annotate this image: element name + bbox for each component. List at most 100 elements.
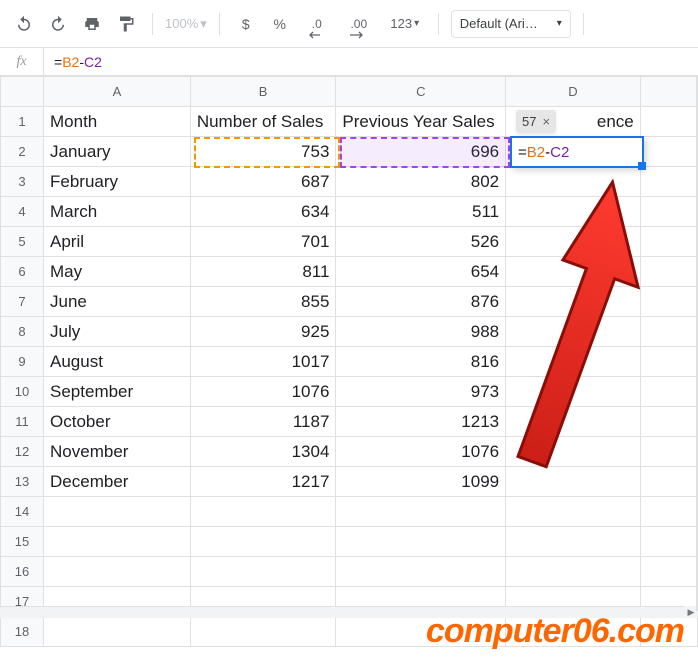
cell[interactable]	[506, 197, 641, 227]
cell[interactable]	[640, 557, 697, 587]
col-header-b[interactable]: B	[190, 77, 336, 107]
formula-input[interactable]: =B2-C2	[44, 54, 112, 70]
cell[interactable]	[506, 347, 641, 377]
cell[interactable]	[44, 497, 191, 527]
cell[interactable]: June	[44, 287, 191, 317]
cell[interactable]	[640, 197, 697, 227]
cell[interactable]	[506, 257, 641, 287]
undo-icon[interactable]	[10, 10, 38, 38]
cell[interactable]	[640, 437, 697, 467]
cell[interactable]: March	[44, 197, 191, 227]
cell[interactable]: 1304	[190, 437, 336, 467]
cell[interactable]: December	[44, 467, 191, 497]
cell[interactable]: 973	[336, 377, 506, 407]
close-icon[interactable]: ×	[542, 114, 550, 129]
cell[interactable]	[640, 317, 697, 347]
cell[interactable]	[640, 257, 697, 287]
redo-icon[interactable]	[44, 10, 72, 38]
row-header[interactable]: 4	[1, 197, 44, 227]
cell[interactable]: July	[44, 317, 191, 347]
cell[interactable]: 701	[190, 227, 336, 257]
cell[interactable]: 753	[190, 137, 336, 167]
cell[interactable]: 1213	[336, 407, 506, 437]
cell[interactable]	[640, 617, 697, 647]
cell[interactable]: Number of Sales	[190, 107, 336, 137]
row-header[interactable]: 5	[1, 227, 44, 257]
cell[interactable]	[190, 617, 336, 647]
row-header[interactable]: 10	[1, 377, 44, 407]
col-header-a[interactable]: A	[44, 77, 191, 107]
cell[interactable]: September	[44, 377, 191, 407]
row-header[interactable]: 8	[1, 317, 44, 347]
cell[interactable]: Month	[44, 107, 191, 137]
row-header[interactable]: 9	[1, 347, 44, 377]
cell[interactable]: 696	[336, 137, 506, 167]
cell[interactable]: 802	[336, 167, 506, 197]
cell[interactable]	[506, 407, 641, 437]
row-header[interactable]: 16	[1, 557, 44, 587]
zoom-select[interactable]: 100% ▾	[165, 16, 207, 32]
decrease-decimal-button[interactable]: .0	[300, 10, 334, 38]
cell[interactable]	[190, 527, 336, 557]
row-header[interactable]: 1	[1, 107, 44, 137]
cell[interactable]	[640, 407, 697, 437]
cell[interactable]	[640, 107, 697, 137]
col-header-e[interactable]	[640, 77, 697, 107]
cell[interactable]: October	[44, 407, 191, 437]
cell[interactable]	[640, 227, 697, 257]
print-icon[interactable]	[78, 10, 106, 38]
cell[interactable]	[640, 137, 697, 167]
cell[interactable]	[336, 557, 506, 587]
cell[interactable]	[190, 497, 336, 527]
cell[interactable]: 1187	[190, 407, 336, 437]
row-header[interactable]: 7	[1, 287, 44, 317]
cell-editor[interactable]: =B2-C2	[510, 136, 644, 168]
cell[interactable]	[640, 287, 697, 317]
cell[interactable]: April	[44, 227, 191, 257]
cell[interactable]: 1217	[190, 467, 336, 497]
cell[interactable]: 1017	[190, 347, 336, 377]
cell[interactable]: Previous Year Sales	[336, 107, 506, 137]
cell[interactable]: November	[44, 437, 191, 467]
cell[interactable]: 816	[336, 347, 506, 377]
fill-handle[interactable]	[638, 162, 646, 170]
cell[interactable]	[640, 527, 697, 557]
row-header[interactable]: 18	[1, 617, 44, 647]
format-percent-button[interactable]: %	[266, 10, 294, 38]
cell[interactable]	[640, 377, 697, 407]
cell[interactable]: 526	[336, 227, 506, 257]
cell[interactable]: 876	[336, 287, 506, 317]
cell[interactable]	[44, 557, 191, 587]
row-header[interactable]: 11	[1, 407, 44, 437]
cell[interactable]: 1076	[336, 437, 506, 467]
cell[interactable]: 988	[336, 317, 506, 347]
row-header[interactable]: 3	[1, 167, 44, 197]
cell[interactable]: 1076	[190, 377, 336, 407]
cell[interactable]	[506, 497, 641, 527]
row-header[interactable]: 14	[1, 497, 44, 527]
increase-decimal-button[interactable]: .00	[340, 10, 378, 38]
cell[interactable]	[336, 617, 506, 647]
horizontal-scrollbar[interactable]	[0, 606, 697, 618]
cell[interactable]: August	[44, 347, 191, 377]
row-header[interactable]: 12	[1, 437, 44, 467]
cell[interactable]: 811	[190, 257, 336, 287]
cell[interactable]: 855	[190, 287, 336, 317]
cell[interactable]	[190, 557, 336, 587]
cell[interactable]	[506, 167, 641, 197]
more-formats-button[interactable]: 123▾	[384, 10, 426, 38]
cell[interactable]	[506, 617, 641, 647]
row-header[interactable]: 2	[1, 137, 44, 167]
cell[interactable]	[336, 527, 506, 557]
cell[interactable]	[640, 167, 697, 197]
cell[interactable]	[640, 347, 697, 377]
cell[interactable]	[506, 467, 641, 497]
cell[interactable]	[336, 497, 506, 527]
format-currency-button[interactable]: $	[232, 10, 260, 38]
col-header-d[interactable]: D	[506, 77, 641, 107]
cell[interactable]: February	[44, 167, 191, 197]
cell[interactable]	[506, 557, 641, 587]
cell[interactable]	[506, 227, 641, 257]
cell[interactable]	[44, 527, 191, 557]
cell[interactable]	[506, 377, 641, 407]
